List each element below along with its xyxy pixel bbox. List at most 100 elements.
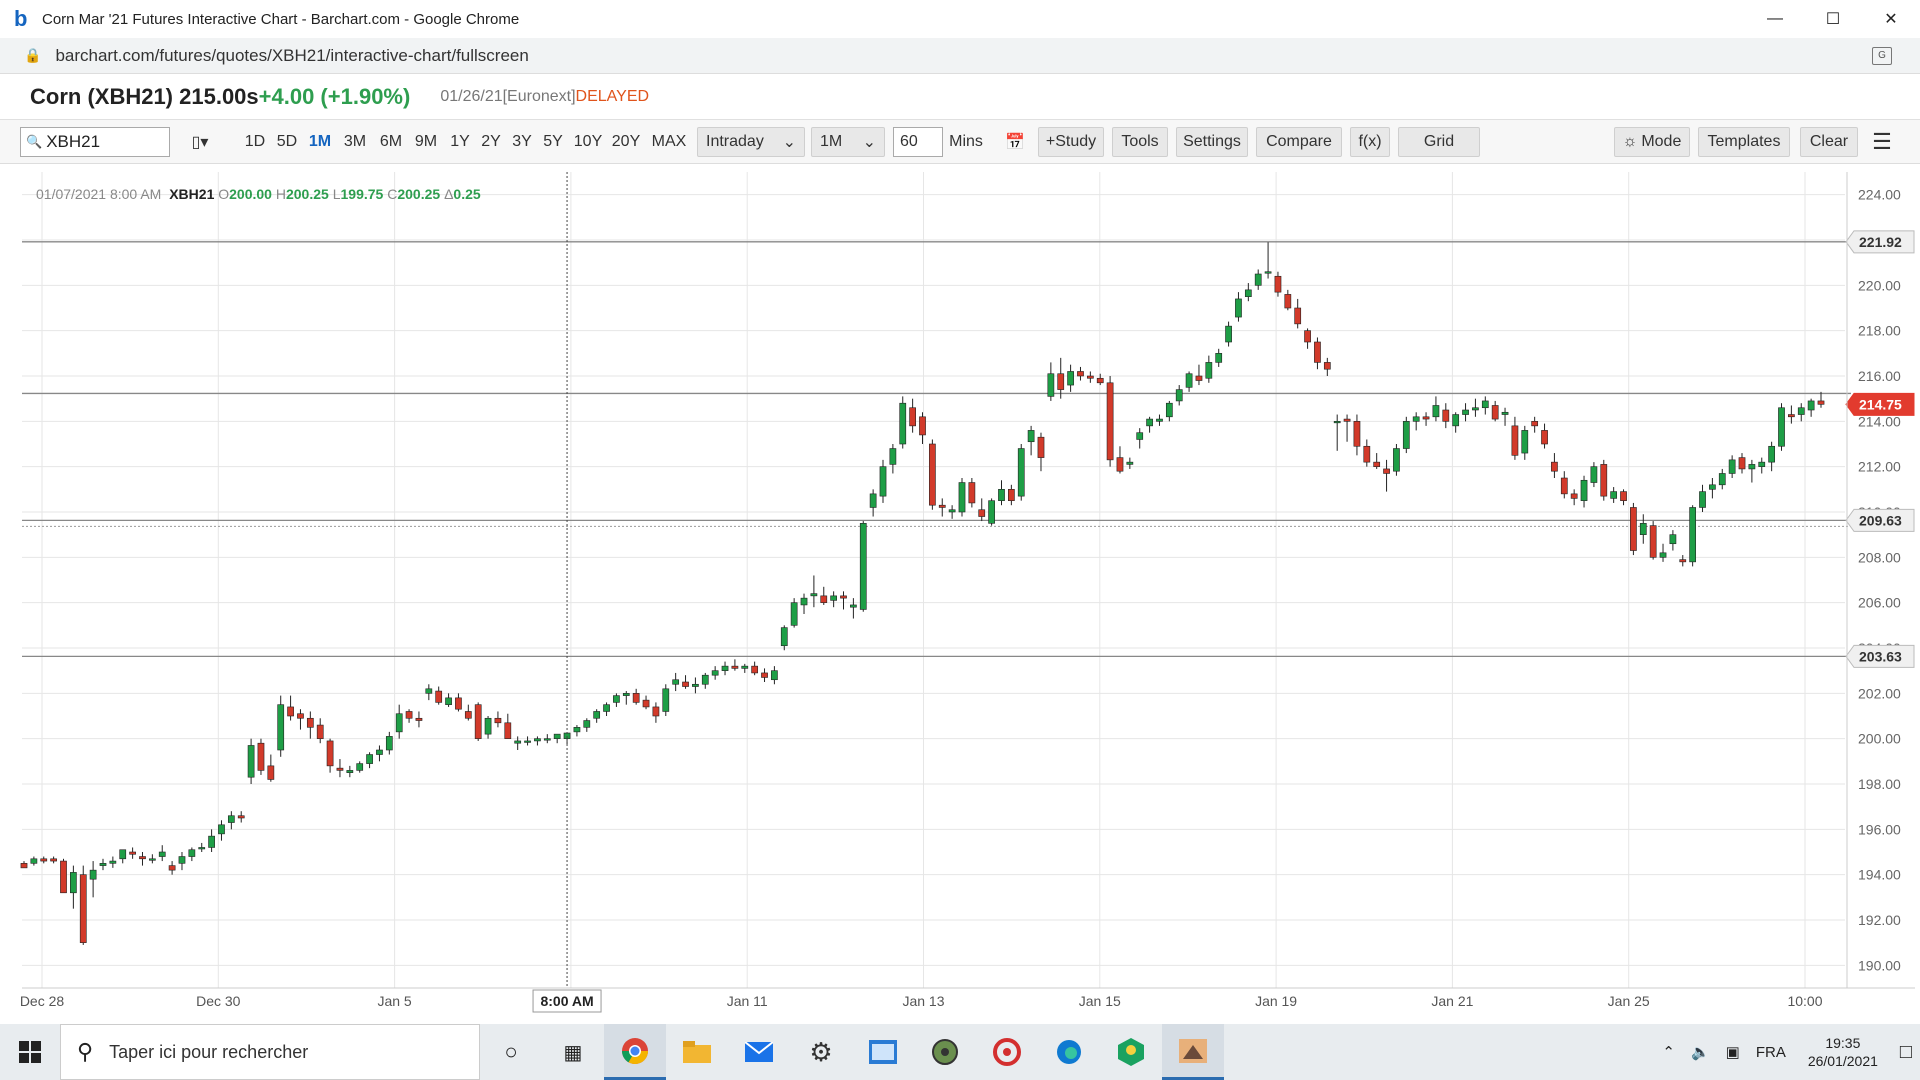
candle-body — [484, 717, 492, 735]
tools-button[interactable]: Tools — [1112, 127, 1168, 157]
file-explorer-icon[interactable] — [666, 1024, 728, 1080]
period-max[interactable]: MAX — [648, 127, 690, 157]
price-chart[interactable]: 224.00222.00220.00218.00216.00214.00212.… — [0, 164, 1920, 1024]
period-1m[interactable]: 1M — [305, 127, 335, 157]
range-select[interactable]: 1M ⌄ — [811, 127, 885, 157]
period-9m[interactable]: 9M — [411, 127, 441, 157]
settings-icon[interactable]: ⚙ — [790, 1024, 852, 1080]
candle-body — [356, 763, 364, 771]
chrome-icon[interactable] — [604, 1024, 666, 1080]
period-5d[interactable]: 5D — [272, 127, 302, 157]
legend-symbol: XBH21 — [169, 186, 215, 202]
period-5y[interactable]: 5Y — [539, 127, 567, 157]
period-2y[interactable]: 2Y — [477, 127, 505, 157]
title-bar: b Corn Mar '21 Futures Interactive Chart… — [0, 0, 1920, 38]
compare-button[interactable]: Compare — [1256, 127, 1342, 157]
calculator-icon[interactable] — [852, 1024, 914, 1080]
period-20y[interactable]: 20Y — [609, 127, 643, 157]
candle-body — [948, 509, 956, 513]
chrome-logo-icon — [621, 1037, 649, 1064]
candle-body — [376, 749, 383, 755]
candle-body — [1699, 491, 1706, 508]
candle-body — [968, 482, 976, 504]
candle-body — [1106, 382, 1114, 461]
candle-body — [79, 874, 87, 943]
add-study-button[interactable]: +Study — [1038, 127, 1104, 157]
calendar-icon[interactable]: 📅 — [1000, 127, 1030, 157]
x-tick-label: Jan 13 — [902, 993, 944, 1009]
app-paint-icon[interactable] — [1162, 1024, 1224, 1080]
language-indicator[interactable]: FRA — [1756, 1044, 1786, 1061]
settings-button[interactable]: Settings — [1176, 127, 1248, 157]
mode-button[interactable]: ☼ Mode — [1614, 127, 1690, 157]
candle-body — [840, 595, 847, 599]
chart-type-button[interactable]: ▯▾ — [180, 127, 220, 157]
minimize-icon[interactable]: — — [1746, 0, 1804, 38]
network-icon[interactable]: ▣ — [1726, 1043, 1740, 1061]
url-text[interactable]: barchart.com/futures/quotes/XBH21/intera… — [55, 46, 528, 66]
candle-body — [919, 416, 926, 436]
address-bar[interactable]: 🔒 barchart.com/futures/quotes/XBH21/inte… — [0, 38, 1920, 74]
symbol-search-input[interactable]: 🔍 XBH21 — [20, 127, 170, 157]
candle-body — [1175, 389, 1183, 402]
candle-body — [1235, 298, 1242, 318]
edge-icon[interactable] — [1038, 1024, 1100, 1080]
candle-body — [1254, 273, 1262, 286]
templates-button[interactable]: Templates — [1698, 127, 1790, 157]
fx-button[interactable]: f(x) — [1350, 127, 1390, 157]
candle-body — [1472, 407, 1479, 411]
speaker-icon[interactable]: 🔈 — [1691, 1043, 1710, 1061]
sun-icon: ☼ — [1622, 133, 1638, 150]
candle-body — [978, 509, 986, 517]
candle-body — [1116, 457, 1124, 472]
price-badge-label: 214.75 — [1859, 396, 1902, 412]
paint-icon — [1179, 1038, 1207, 1063]
candle-body — [218, 824, 225, 835]
candle-body — [998, 489, 1005, 501]
period-6m[interactable]: 6M — [376, 127, 406, 157]
period-3m[interactable]: 3M — [340, 127, 370, 157]
close-icon[interactable]: ✕ — [1862, 0, 1920, 38]
x-tick-label: Jan 25 — [1608, 993, 1650, 1009]
candle-body — [1817, 400, 1825, 405]
chevron-up-icon[interactable]: ⌃ — [1662, 1043, 1675, 1061]
hamburger-menu-icon[interactable]: ☰ — [1866, 127, 1898, 157]
y-tick-label: 208.00 — [1858, 549, 1901, 565]
candle-body — [455, 697, 462, 710]
candle-body — [780, 627, 788, 647]
lock-icon[interactable]: 🔒 — [24, 47, 41, 64]
quote-header: Corn (XBH21) 215.00s +4.00 (+1.90%) 01/2… — [0, 74, 1920, 120]
candle-body — [494, 717, 502, 724]
legend-open-label: O — [218, 186, 230, 202]
grid-button[interactable]: Grid — [1398, 127, 1480, 157]
app-green-icon[interactable] — [1100, 1024, 1162, 1080]
start-icon[interactable] — [0, 1024, 60, 1080]
period-1y[interactable]: 1Y — [446, 127, 474, 157]
clear-button[interactable]: Clear — [1800, 127, 1858, 157]
clock[interactable]: 19:35 26/01/2021 — [1808, 1034, 1878, 1070]
period-1d[interactable]: 1D — [240, 127, 270, 157]
candle-body — [257, 742, 265, 771]
taskbar-search-input[interactable]: ⚲ Taper ici pour rechercher — [60, 1024, 480, 1080]
aggregation-select[interactable]: Intraday ⌄ — [697, 127, 805, 157]
maximize-icon[interactable]: ☐ — [1804, 0, 1862, 38]
candle-body — [632, 693, 640, 703]
candle-body — [988, 500, 995, 524]
candle-body — [1422, 416, 1430, 420]
candle-body — [277, 704, 285, 751]
timeline-icon[interactable]: ▦ — [542, 1024, 604, 1080]
interval-input[interactable]: 60 — [893, 127, 943, 157]
app-wheel-icon[interactable] — [914, 1024, 976, 1080]
candle-body — [188, 849, 196, 857]
period-10y[interactable]: 10Y — [571, 127, 605, 157]
period-3y[interactable]: 3Y — [508, 127, 536, 157]
candle-body — [1748, 464, 1756, 470]
app-red-icon[interactable] — [976, 1024, 1038, 1080]
candle-body — [958, 482, 966, 513]
green-shield-icon — [1118, 1038, 1144, 1066]
mail-icon[interactable] — [728, 1024, 790, 1080]
notification-icon[interactable]: □ — [1900, 1041, 1912, 1064]
task-view-icon[interactable]: ○ — [480, 1024, 542, 1080]
translate-icon[interactable]: G — [1872, 47, 1892, 65]
candle-body — [1797, 407, 1805, 415]
